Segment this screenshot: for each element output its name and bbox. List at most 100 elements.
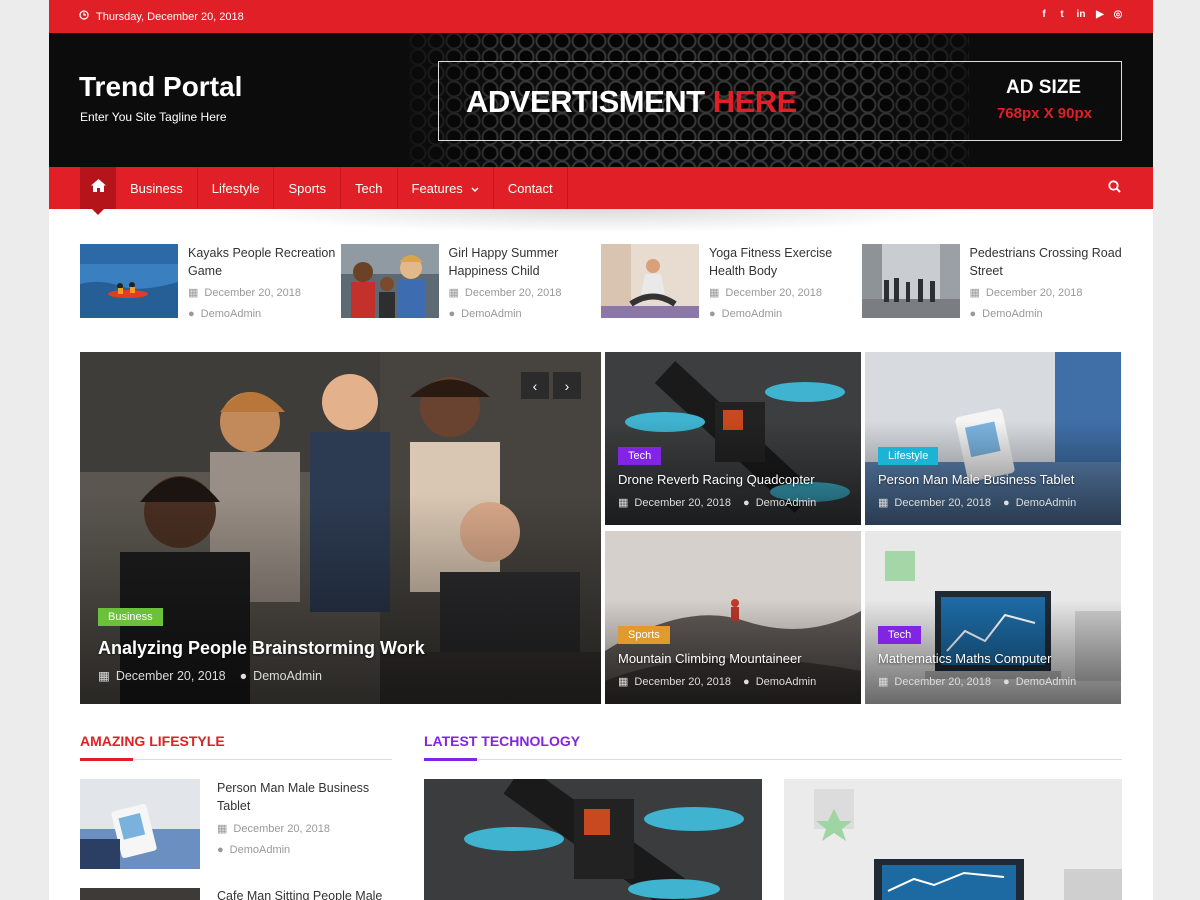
category-badge[interactable]: Tech <box>878 626 922 644</box>
user-icon: ● <box>188 308 195 320</box>
post-author[interactable]: ● DemoAdmin <box>449 308 522 320</box>
post-meta: ▦ December 20, 2018 ● DemoAdmin <box>618 675 817 689</box>
nav-lifestyle[interactable]: Lifestyle <box>198 167 275 209</box>
ad-size-value: 768px X 90px <box>996 105 1092 122</box>
post-thumbnail[interactable] <box>424 779 762 900</box>
nav-features[interactable]: Features <box>398 167 494 209</box>
clock-icon <box>79 10 89 23</box>
post-title[interactable]: Analyzing People Brainstorming Work <box>98 638 425 659</box>
user-icon: ● <box>448 308 456 320</box>
home-icon <box>90 179 106 197</box>
instagram-icon[interactable]: ◎ <box>1113 8 1123 22</box>
home-button[interactable] <box>80 167 116 215</box>
post-thumbnail[interactable] <box>80 888 200 900</box>
post-title[interactable]: Pedestrians Crossing Road Street <box>970 244 1130 280</box>
ad-headline: ADVERTISMENT HERE <box>466 84 797 119</box>
chevron-down-icon <box>471 181 479 196</box>
nav-contact[interactable]: Contact <box>494 167 568 209</box>
main-navigation: Business Lifestyle Sports Tech Features … <box>49 167 1153 215</box>
facebook-icon[interactable]: f <box>1039 8 1049 22</box>
featured-tile[interactable]: Tech Mathematics Maths Computer ▦ Decembe… <box>865 531 1121 704</box>
youtube-icon[interactable]: ▶ <box>1095 8 1105 22</box>
list-item[interactable]: Girl Happy Summer Happiness Child ▦ Decem… <box>340 244 602 320</box>
list-item[interactable]: Pedestrians Crossing Road Street ▦ Decemb… <box>861 244 1123 320</box>
date-display: Thursday, December 20, 2018 <box>79 10 244 23</box>
category-badge[interactable]: Lifestyle <box>878 447 939 465</box>
calendar-icon: ▦ <box>618 676 629 688</box>
post-meta: ▦ December 20, 2018 ● DemoAdmin <box>878 496 1077 510</box>
calendar-icon: ▦ <box>618 497 629 509</box>
user-icon: ● <box>969 308 977 320</box>
section-title-technology: LATEST TECHNOLOGY <box>424 733 581 749</box>
nav-business[interactable]: Business <box>116 167 198 209</box>
calendar-icon: ▦ <box>969 287 980 299</box>
post-author[interactable]: ● DemoAdmin <box>970 308 1043 320</box>
post-meta: ▦ December 20, 2018 ● DemoAdmin <box>98 668 322 684</box>
calendar-icon: ▦ <box>98 669 110 683</box>
linkedin-icon[interactable]: in <box>1075 8 1087 22</box>
post-author[interactable]: ● DemoAdmin <box>188 308 261 320</box>
user-icon: ● <box>217 844 224 856</box>
calendar-icon: ▦ <box>188 287 199 299</box>
post-date: ▦ December 20, 2018 <box>709 286 823 300</box>
post-title[interactable]: Kayaks People Recreation Game <box>188 244 348 280</box>
featured-tile[interactable]: Lifestyle Person Man Male Business Table… <box>865 352 1121 525</box>
post-title[interactable]: Mathematics Maths Computer <box>878 651 1051 666</box>
site-header: Trend Portal Enter You Site Tagline Here… <box>49 33 1153 167</box>
post-date: ▦ December 20, 2018 <box>969 286 1083 300</box>
post-date: ▦ December 20, 2018 <box>448 286 562 300</box>
post-title[interactable]: Girl Happy Summer Happiness Child <box>449 244 609 280</box>
ad-banner[interactable]: ADVERTISMENT HERE AD SIZE 768px X 90px <box>438 61 1122 141</box>
post-title[interactable]: Person Man Male Business Tablet <box>878 472 1074 487</box>
user-icon: ● <box>1003 496 1010 509</box>
ad-size-label: AD SIZE <box>1006 77 1081 98</box>
category-badge[interactable]: Sports <box>618 626 670 644</box>
featured-tile[interactable]: Tech Drone Reverb Racing Quadcopter ▦ Dec… <box>605 352 861 525</box>
post-thumbnail[interactable] <box>80 779 200 869</box>
search-icon[interactable] <box>1108 180 1121 198</box>
post-meta: ▦ December 20, 2018 ● DemoAdmin <box>878 675 1077 689</box>
category-badge[interactable]: Business <box>98 608 163 626</box>
post-date: ▦ December 20, 2018 <box>188 286 302 300</box>
chevron-right-icon[interactable]: › <box>553 372 581 399</box>
post-thumbnail[interactable] <box>601 244 699 318</box>
post-title[interactable]: Mountain Climbing Mountaineer <box>618 651 802 666</box>
calendar-icon: ▦ <box>709 287 720 299</box>
user-icon: ● <box>709 308 716 320</box>
list-item[interactable]: Yoga Fitness Exercise Health Body ▦ Decem… <box>601 244 862 320</box>
post-title[interactable]: Yoga Fitness Exercise Health Body <box>709 244 869 280</box>
post-author[interactable]: ● DemoAdmin <box>217 844 290 856</box>
post-thumbnail[interactable] <box>784 779 1122 900</box>
post-author[interactable]: ● DemoAdmin <box>709 308 782 320</box>
post-title[interactable]: Cafe Man Sitting People Male <box>217 887 387 900</box>
calendar-icon: ▦ <box>448 287 459 299</box>
post-date: ▦ December 20, 2018 <box>217 822 331 836</box>
user-icon: ● <box>743 675 750 688</box>
category-badge[interactable]: Tech <box>618 447 662 465</box>
calendar-icon: ▦ <box>217 823 228 835</box>
calendar-icon: ▦ <box>878 497 889 509</box>
chevron-left-icon[interactable]: ‹ <box>521 372 549 399</box>
section-title-lifestyle: AMAZING LIFESTYLE <box>80 733 225 749</box>
featured-tile[interactable]: Sports Mountain Climbing Mountaineer ▦ De… <box>605 531 861 704</box>
post-thumbnail[interactable] <box>861 244 960 318</box>
post-thumbnail[interactable] <box>340 244 439 318</box>
user-icon: ● <box>1003 675 1010 688</box>
recent-posts-strip: Kayaks People Recreation Game ▦ December … <box>80 244 1123 320</box>
nav-sports[interactable]: Sports <box>274 167 342 209</box>
post-title[interactable]: Person Man Male Business Tablet <box>217 779 387 815</box>
list-item[interactable]: Kayaks People Recreation Game ▦ December … <box>80 244 341 320</box>
site-title[interactable]: Trend Portal <box>79 71 242 103</box>
slider-controls: ‹ › <box>521 372 581 399</box>
post-title[interactable]: Drone Reverb Racing Quadcopter <box>618 472 815 487</box>
user-icon: ● <box>239 668 248 683</box>
user-icon: ● <box>743 496 750 509</box>
page: Thursday, December 20, 2018 f t in ▶ ◎ T… <box>49 0 1153 900</box>
twitter-icon[interactable]: t <box>1057 8 1067 22</box>
current-date: Thursday, December 20, 2018 <box>96 10 244 23</box>
featured-slider[interactable]: ‹ › Business Analyzing People Brainstorm… <box>80 352 601 704</box>
calendar-icon: ▦ <box>878 676 889 688</box>
nav-tech[interactable]: Tech <box>341 167 398 209</box>
post-thumbnail[interactable] <box>80 244 178 318</box>
site-tagline: Enter You Site Tagline Here <box>80 110 227 124</box>
